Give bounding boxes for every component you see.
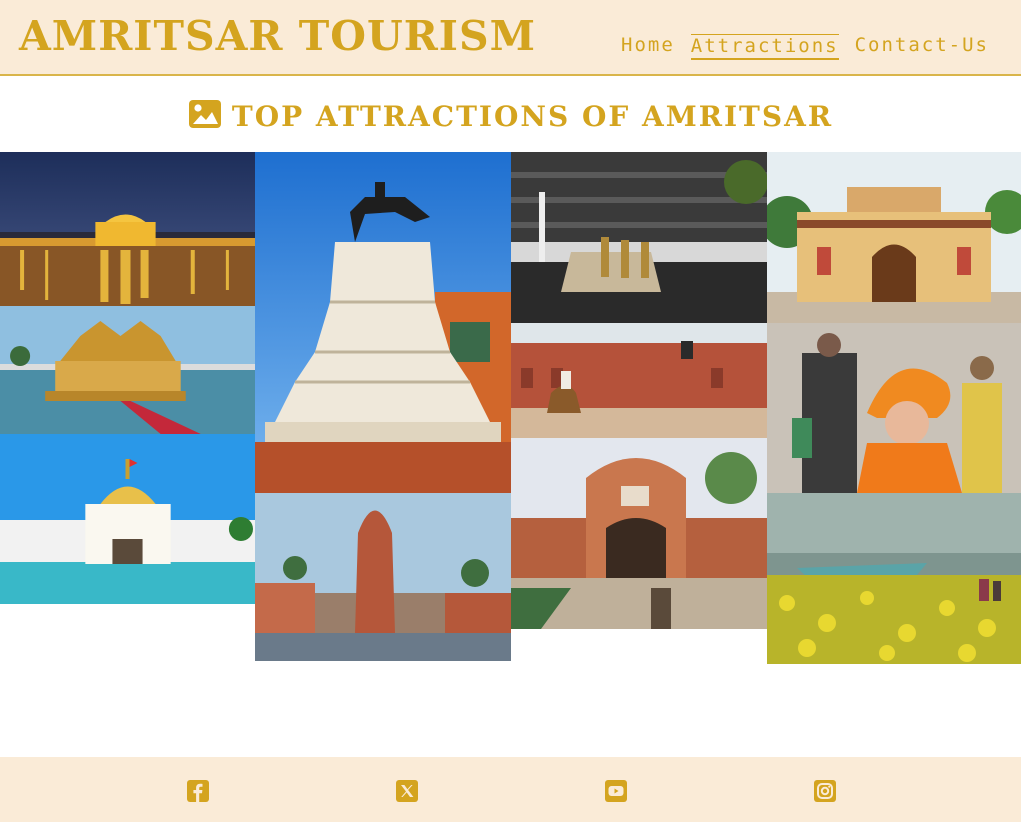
jallianwala-bagh-memorial-photo[interactable] — [255, 493, 511, 661]
section-heading: TOP ATTRACTIONS OF AMRITSAR — [0, 96, 1021, 136]
white-gurudwara-photo[interactable] — [0, 434, 256, 604]
partition-museum-gate-photo[interactable] — [511, 438, 767, 629]
main-nav: Home Attractions Contact-Us — [621, 34, 989, 60]
child-in-turban-photo[interactable] — [767, 323, 1021, 493]
x-twitter-icon[interactable] — [395, 779, 419, 803]
site-footer — [0, 757, 1021, 822]
wagah-border-ceremony-photo[interactable] — [511, 152, 767, 323]
facebook-icon[interactable] — [186, 779, 210, 803]
temple-on-lake-photo[interactable] — [0, 306, 256, 434]
golden-temple-night-photo[interactable] — [0, 152, 256, 306]
attractions-gallery — [0, 152, 1021, 664]
nav-contact-us-link[interactable]: Contact-Us — [855, 34, 989, 60]
painted-gate-photo[interactable] — [767, 152, 1021, 323]
site-header: AMRITSAR TOURISM Home Attractions Contac… — [0, 0, 1021, 76]
nav-home-link[interactable]: Home — [621, 34, 675, 60]
nav-attractions-link[interactable]: Attractions — [690, 34, 839, 60]
site-title[interactable]: AMRITSAR TOURISM — [19, 12, 536, 60]
section-title: TOP ATTRACTIONS OF AMRITSAR — [231, 99, 834, 133]
ranjit-singh-statue-photo[interactable] — [255, 152, 511, 493]
image-icon — [188, 99, 222, 133]
gobindgarh-fort-camel-photo[interactable] — [511, 323, 767, 438]
instagram-icon[interactable] — [813, 779, 837, 803]
youtube-icon[interactable] — [604, 779, 628, 803]
mustard-field-photo[interactable] — [767, 493, 1021, 664]
